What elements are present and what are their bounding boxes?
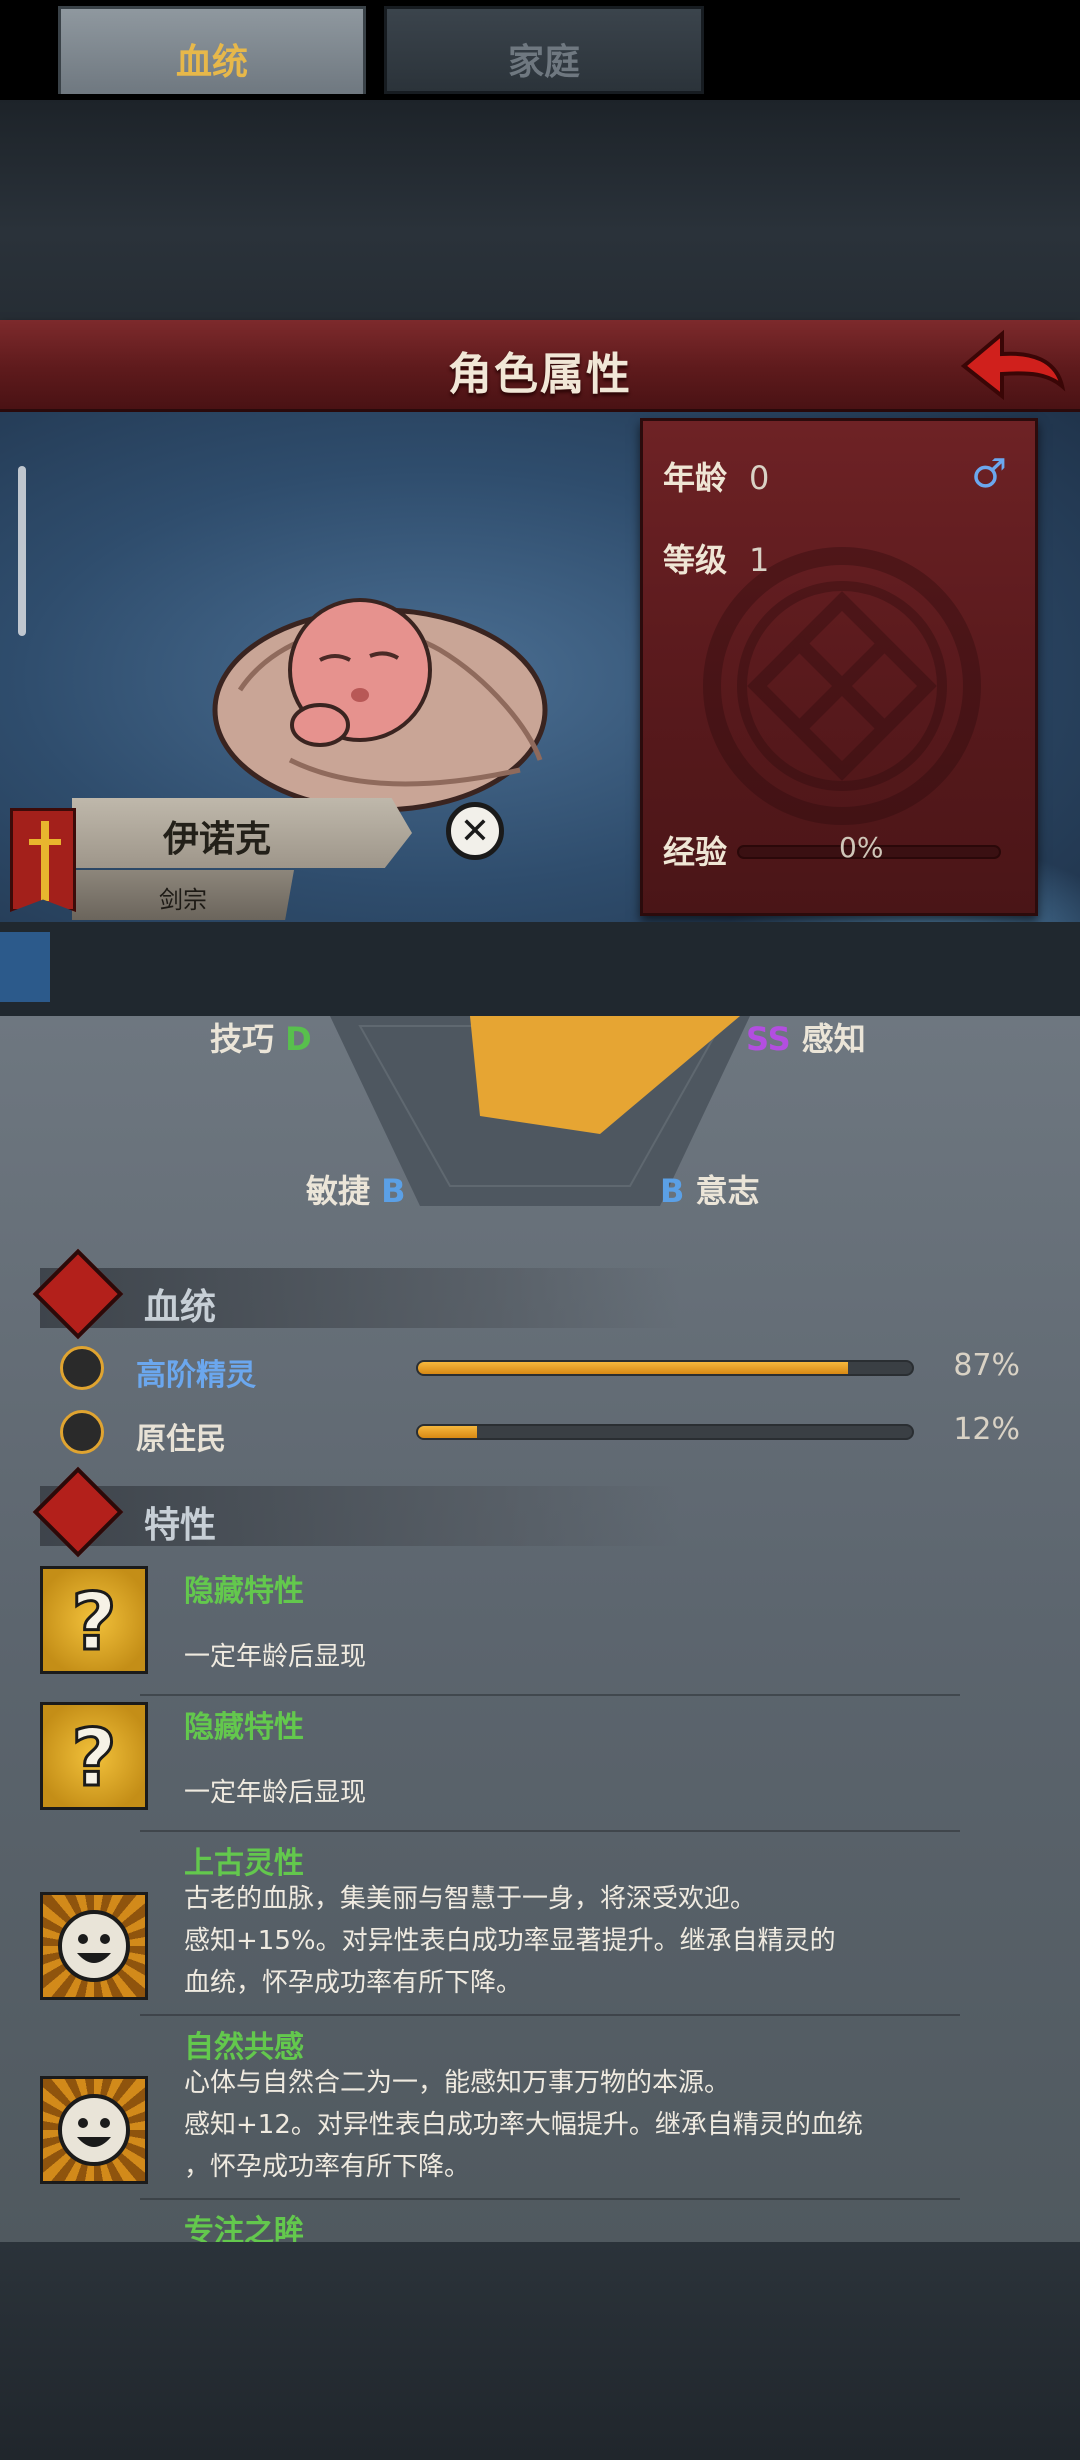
character-class: 剑宗: [159, 886, 207, 914]
leaf-icon: [60, 1410, 104, 1454]
character-class-banner: 剑宗: [72, 870, 294, 920]
experience-percent: 0%: [839, 831, 884, 864]
svg-text:?: ?: [71, 1578, 116, 1668]
trait-name: 隐藏特性: [184, 1574, 304, 1609]
trait-divider: [140, 1830, 960, 1832]
tab-bar: [0, 922, 1080, 1016]
back-button[interactable]: [958, 326, 1068, 406]
smiling-face-icon: [40, 1892, 148, 2000]
lineage-row: 原住民 12%: [40, 1408, 1040, 1457]
experience-stat: 经验: [663, 827, 727, 873]
smiling-face-icon: [40, 2076, 148, 2184]
trait-divider: [140, 1694, 960, 1696]
question-mark-icon: ?: [40, 1702, 148, 1810]
traits-section-title: 特性: [144, 1505, 217, 1546]
lineage-bar: [416, 1424, 914, 1440]
elf-swirl-icon: [60, 1346, 104, 1390]
lineage-name: 高阶精灵: [136, 1358, 256, 1393]
attr-skill-label: 技巧 D: [210, 1020, 312, 1058]
trait-name: 专注之眸: [184, 2214, 304, 2242]
svg-text:?: ?: [71, 1714, 116, 1804]
lineage-name: 原住民: [136, 1422, 226, 1457]
content-panel[interactable]: 技巧 D SS 感知 敏捷 B B 意志 血统 高阶精灵 87% 原住民 12%…: [0, 1016, 1080, 2242]
level-value: 1: [749, 541, 770, 579]
trait-name: 上古灵性: [184, 1846, 304, 1881]
character-name: 伊诺克: [162, 819, 271, 860]
attr-agility-grade: B: [381, 1172, 406, 1210]
attr-will-label: B 意志: [660, 1172, 760, 1210]
experience-label: 经验: [663, 833, 728, 871]
close-icon: ✕: [459, 811, 491, 852]
traits-section-header: 特性: [32, 1466, 680, 1558]
tab-bar-edge: [0, 932, 50, 1002]
lineage-section-title: 血统: [144, 1287, 217, 1328]
character-stat-panel: 年龄 0 等级 1 ♂ 经验 0%: [640, 418, 1038, 916]
attr-skill-grade: D: [285, 1020, 312, 1058]
trait-description: 一定年龄后显现: [184, 1778, 367, 1808]
attr-perception-grade: SS: [746, 1020, 791, 1058]
question-mark-icon: ?: [40, 1566, 148, 1674]
trait-divider: [140, 2198, 960, 2200]
lineage-percent: 87%: [953, 1348, 1020, 1383]
male-icon: ♂: [971, 451, 1007, 497]
sword-banner-icon: [10, 808, 76, 912]
dismiss-button[interactable]: ✕: [446, 802, 504, 860]
character-name-banner: 伊诺克: [72, 798, 412, 868]
title-bar: 角色属性: [0, 320, 1080, 412]
celtic-knot-decoration: [703, 547, 981, 825]
swaddled-baby-image: [212, 598, 548, 813]
lineage-percent: 12%: [953, 1412, 1020, 1447]
age-label: 年龄: [663, 459, 728, 497]
trait-name: 隐藏特性: [184, 1710, 304, 1745]
flame-icon: [32, 1466, 124, 1558]
back-arrow-icon: [960, 329, 1066, 401]
attr-perception-label: SS 感知: [746, 1020, 866, 1058]
attr-will-grade: B: [660, 1172, 685, 1210]
trait-description: 一定年龄后显现: [184, 1642, 367, 1672]
level-label: 等级: [663, 541, 728, 579]
portrait-scroll-indicator[interactable]: [18, 466, 26, 636]
bottom-background: [0, 2242, 1080, 2460]
lineage-section-header: 血统: [32, 1248, 680, 1340]
blood-drop-icon: [32, 1248, 124, 1340]
attr-agility-label: 敏捷 B: [306, 1172, 406, 1210]
age-value: 0: [749, 459, 770, 497]
lineage-row: 高阶精灵 87%: [40, 1344, 1040, 1393]
lineage-bar: [416, 1360, 914, 1376]
trait-description: 古老的血脉，集美丽与智慧于一身，将深受欢迎。 感知+15%。对异性表白成功率显著…: [184, 1884, 836, 1998]
trait-name: 自然共感: [184, 2030, 304, 2065]
page-title: 角色属性: [448, 349, 632, 400]
trait-divider: [140, 2014, 960, 2016]
age-stat: 年龄 0: [663, 453, 769, 499]
trait-description: 心体与自然合二为一，能感知万事万物的本源。 感知+12。对异性表白成功率大幅提升…: [184, 2068, 863, 2182]
tab-family[interactable]: 家庭: [384, 6, 704, 94]
tab-lineage[interactable]: 血统: [58, 6, 366, 94]
level-stat: 等级 1: [663, 535, 769, 581]
top-background: [0, 100, 1080, 320]
